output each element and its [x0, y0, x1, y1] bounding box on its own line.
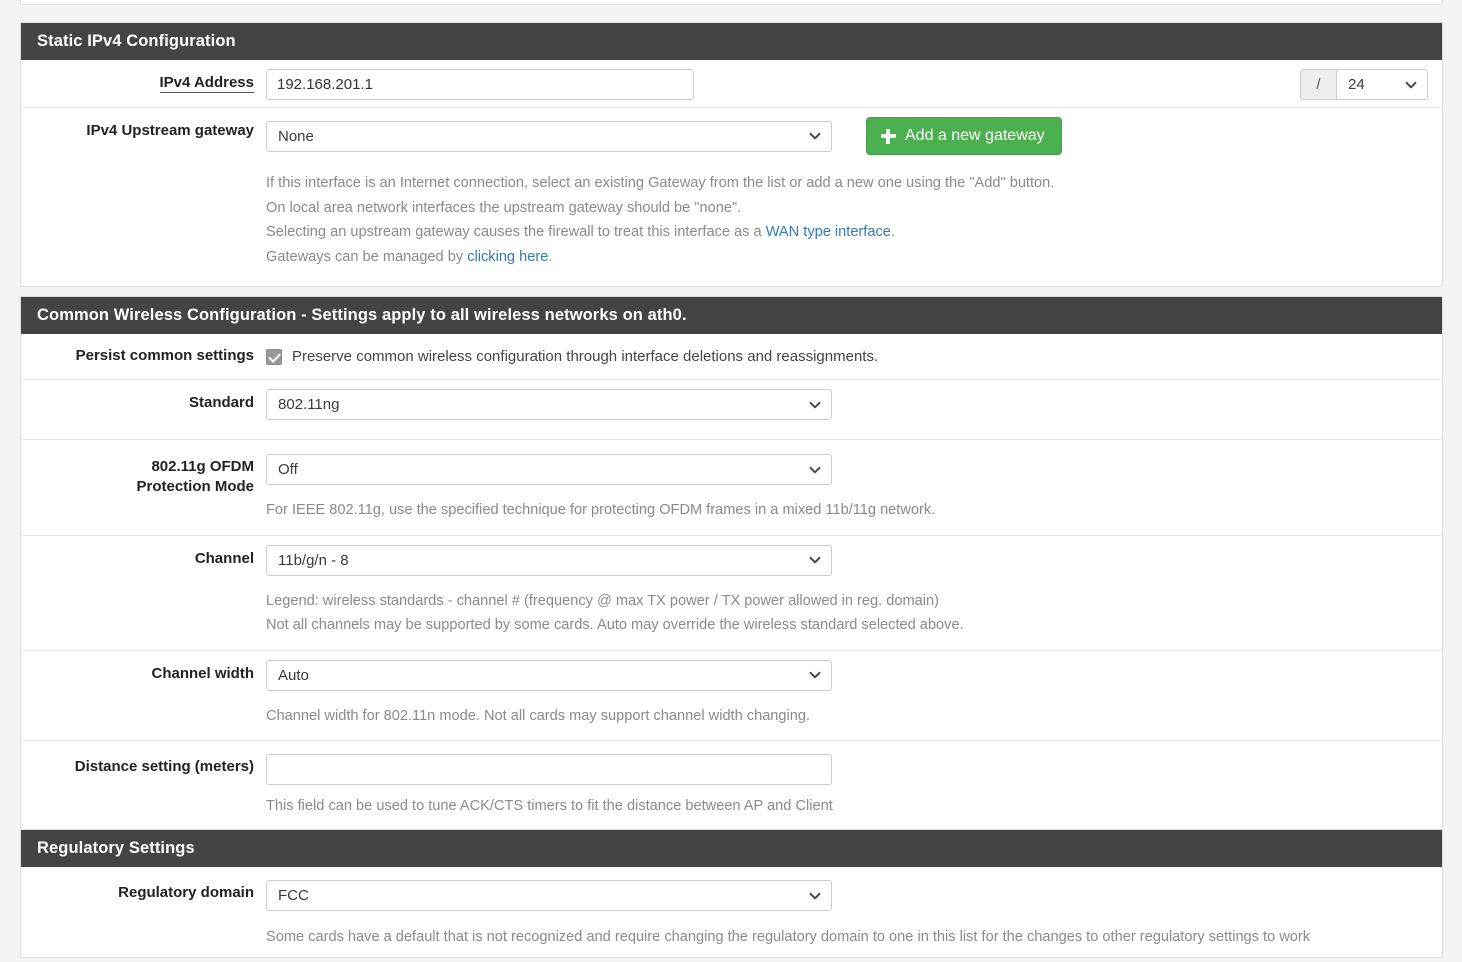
channel-select[interactable]: 11b/g/n - 8 — [266, 544, 832, 576]
persist-common-settings-checkbox-row[interactable]: Preserve common wireless configuration t… — [266, 344, 1432, 365]
label-standard: Standard — [188, 394, 254, 412]
label-ipv4-address: IPv4 Address — [21, 60, 266, 99]
label-distance-setting: Distance setting (meters) — [74, 758, 254, 776]
label-channel-width: Channel width — [151, 664, 255, 682]
channel-value: 11b/g/n - 8 — [278, 551, 349, 569]
ipv4-mask-group: / 24 — [1300, 69, 1428, 101]
ofdm-protection-mode-value: Off — [278, 461, 298, 479]
channel-width-value: Auto — [278, 666, 309, 684]
label-regulatory-domain: Regulatory domain — [118, 884, 254, 902]
gateway-help-line-3-pre: Selecting an upstream gateway causes the… — [266, 224, 766, 241]
ipv4-gateway-value: None — [278, 127, 314, 145]
ipv4-gateway-select[interactable]: None — [266, 120, 832, 152]
regulatory-domain-value: FCC — [278, 887, 309, 905]
row-standard: Standard 802.11ng — [21, 379, 1442, 439]
row-ofdm-protection-mode: 802.11g OFDM Protection Mode Off For IEE… — [21, 439, 1442, 535]
previous-panel-edge — [20, 0, 1443, 5]
row-persist-common-settings: Persist common settings Preserve common … — [21, 334, 1442, 379]
chevron-down-icon — [808, 390, 822, 419]
chevron-down-icon — [808, 661, 822, 690]
field-standard: 802.11ng — [266, 380, 1442, 439]
field-channel-width: Auto Channel width for 802.11n mode. Not… — [266, 651, 1442, 741]
field-ipv4-address — [266, 60, 1442, 107]
channel-help-line-1: Legend: wireless standards - channel # (… — [266, 592, 939, 609]
gateway-control-group: None Add a new gateway — [266, 117, 1432, 156]
ipv4-address-input[interactable] — [266, 69, 694, 101]
field-persist-common-settings: Preserve common wireless configuration t… — [266, 334, 1442, 379]
slash-addon: / — [1300, 69, 1336, 101]
ipv4-subnet-mask-select[interactable]: 24 — [1336, 69, 1428, 101]
ipv4-address-label-text[interactable]: IPv4 Address — [159, 74, 254, 94]
regulatory-domain-help-text: Some cards have a default that is not re… — [266, 929, 1311, 946]
persist-common-settings-checkbox-label: Preserve common wireless configuration t… — [292, 348, 879, 366]
gateway-help-line-3-post: . — [890, 224, 895, 241]
gateway-help-text: If this interface is an Internet connect… — [266, 155, 1432, 279]
ofdm-help-text: For IEEE 802.11g, use the specified tech… — [266, 502, 936, 519]
channel-help-text: Legend: wireless standards - channel # (… — [266, 580, 1432, 638]
gateway-help-line-4-post: . — [548, 248, 553, 265]
row-ipv4-upstream-gateway: IPv4 Upstream gateway None Add a new gat… — [21, 107, 1442, 286]
gateway-help-line-3: Selecting an upstream gateway causes the… — [266, 220, 1432, 245]
label-ipv4-upstream-gateway: IPv4 Upstream gateway — [86, 122, 254, 140]
field-channel: 11b/g/n - 8 Legend: wireless standards -… — [266, 536, 1442, 650]
channel-help-line-2: Not all channels may be supported by som… — [266, 617, 964, 634]
channel-width-help-text: Channel width for 802.11n mode. Not all … — [266, 707, 811, 724]
add-new-gateway-label: Add a new gateway — [905, 127, 1045, 145]
label-persist-common-settings: Persist common settings — [75, 347, 254, 365]
plus-icon — [881, 128, 896, 144]
gateway-help-line-4: Gateways can be managed by clicking here… — [266, 245, 1432, 270]
persist-common-settings-checkbox[interactable] — [266, 348, 282, 365]
standard-value: 802.11ng — [278, 396, 340, 414]
regulatory-domain-select[interactable]: FCC — [266, 880, 832, 912]
panel-common-wireless: Common Wireless Configuration - Settings… — [20, 296, 1443, 833]
chevron-down-icon — [1404, 70, 1418, 99]
row-ipv4-address: IPv4 Address / 24 — [21, 60, 1442, 107]
ofdm-label-line-2: Protection Mode — [136, 478, 254, 496]
ofdm-protection-mode-select[interactable]: Off — [266, 454, 832, 486]
field-distance-setting: This field can be used to tune ACK/CTS t… — [266, 741, 1442, 832]
label-channel: Channel — [194, 549, 254, 567]
distance-setting-help-text: This field can be used to tune ACK/CTS t… — [266, 798, 833, 815]
panel-regulatory-settings: Regulatory Settings Regulatory domain FC… — [20, 829, 1443, 958]
gateway-help-line-2: On local area network interfaces the ups… — [266, 199, 742, 216]
panel-heading-static-ipv4: Static IPv4 Configuration — [21, 23, 1442, 61]
label-ofdm-protection-mode: 802.11g OFDM Protection Mode — [21, 440, 266, 503]
row-channel: Channel 11b/g/n - 8 Legend: wireless sta… — [21, 534, 1442, 650]
channel-width-select[interactable]: Auto — [266, 659, 832, 691]
clicking-here-link[interactable]: clicking here — [467, 249, 548, 265]
row-distance-setting: Distance setting (meters) This field can… — [21, 740, 1442, 832]
ofdm-label-line-1: 802.11g OFDM — [151, 458, 254, 476]
chevron-down-icon — [808, 881, 822, 910]
row-channel-width: Channel width Auto Channel width for 802… — [21, 649, 1442, 741]
interface-config-page: Static IPv4 Configuration IPv4 Address /… — [0, 0, 1462, 962]
panel-heading-regulatory-settings: Regulatory Settings — [21, 830, 1442, 868]
distance-setting-input[interactable] — [266, 754, 832, 786]
chevron-down-icon — [808, 455, 822, 484]
field-regulatory-domain: FCC Some cards have a default that is no… — [266, 867, 1442, 957]
field-ofdm-protection-mode: Off For IEEE 802.11g, use the specified … — [266, 440, 1442, 535]
gateway-help-line-1: If this interface is an Internet connect… — [266, 175, 1055, 192]
chevron-down-icon — [808, 546, 822, 575]
panel-static-ipv4: Static IPv4 Configuration IPv4 Address /… — [20, 22, 1443, 288]
panel-heading-common-wireless: Common Wireless Configuration - Settings… — [21, 297, 1442, 335]
field-ipv4-upstream-gateway: None Add a new gateway If this interface — [266, 108, 1442, 286]
wan-type-interface-link[interactable]: WAN type interface — [766, 224, 891, 240]
standard-select[interactable]: 802.11ng — [266, 389, 832, 421]
ipv4-subnet-mask-value: 24 — [1348, 76, 1365, 94]
add-new-gateway-button[interactable]: Add a new gateway — [866, 117, 1062, 156]
row-regulatory-domain: Regulatory domain FCC Some cards have a … — [21, 867, 1442, 957]
gateway-help-line-4-pre: Gateways can be managed by — [266, 248, 468, 265]
chevron-down-icon — [808, 122, 822, 151]
